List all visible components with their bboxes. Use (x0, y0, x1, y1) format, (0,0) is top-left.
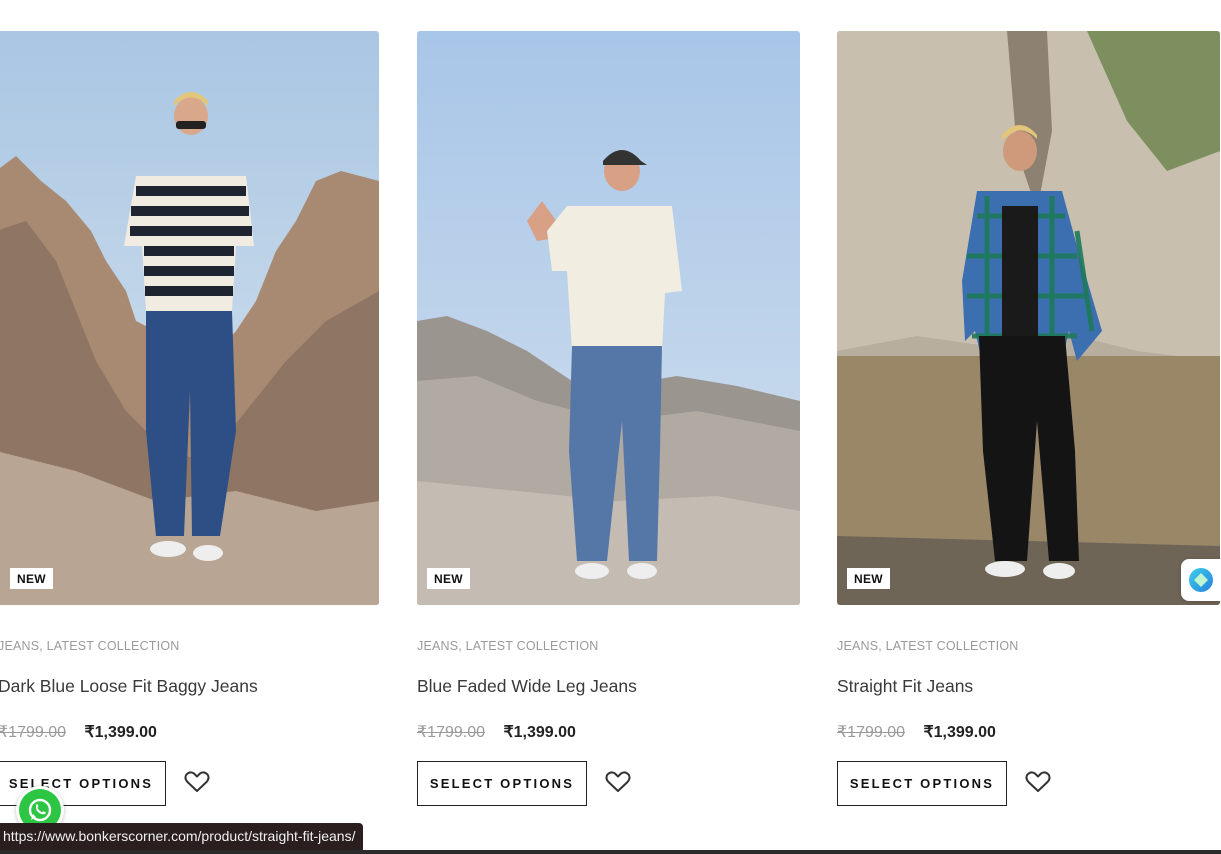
product-photo (0, 31, 379, 605)
sale-price: ₹1,399.00 (923, 724, 996, 741)
product-category[interactable]: JEANS, LATEST COLLECTION (837, 639, 1018, 653)
sale-price: ₹1,399.00 (503, 724, 576, 741)
old-price: ₹1799.00 (0, 724, 67, 741)
old-price: ₹1799.00 (417, 724, 486, 741)
product-prices: ₹1799.00 ₹1,399.00 (0, 722, 157, 742)
product-prices: ₹1799.00 ₹1,399.00 (837, 722, 996, 742)
chat-widget-button[interactable] (1181, 559, 1221, 601)
product-title[interactable]: Straight Fit Jeans (837, 676, 973, 697)
product-category[interactable]: JEANS, LATEST COLLECTION (417, 639, 598, 653)
old-price: ₹1799.00 (837, 724, 906, 741)
product-title[interactable]: Blue Faded Wide Leg Jeans (417, 676, 637, 697)
product-image[interactable] (0, 31, 379, 605)
product-image[interactable] (837, 31, 1220, 605)
product-photo (837, 31, 1220, 605)
product-photo (417, 31, 800, 605)
heart-icon[interactable] (1025, 770, 1051, 794)
sale-price: ₹1,399.00 (84, 724, 157, 741)
heart-icon[interactable] (184, 770, 210, 794)
page-bottom-divider (0, 850, 1221, 854)
status-bar-url: https://www.bonkerscorner.com/product/st… (0, 823, 364, 850)
heart-icon[interactable] (605, 770, 631, 794)
select-options-button[interactable]: SELECT OPTIONS (837, 761, 1007, 806)
select-options-button[interactable]: SELECT OPTIONS (417, 761, 587, 806)
new-badge: NEW (427, 568, 470, 589)
product-card[interactable]: NEW JEANS, LATEST COLLECTION Blue Faded … (417, 0, 800, 854)
new-badge: NEW (10, 568, 53, 589)
product-category[interactable]: JEANS, LATEST COLLECTION (0, 639, 179, 653)
product-prices: ₹1799.00 ₹1,399.00 (417, 722, 576, 742)
new-badge: NEW (847, 568, 890, 589)
chat-widget-icon (1189, 568, 1213, 592)
product-image[interactable] (417, 31, 800, 605)
product-card[interactable]: NEW JEANS, LATEST COLLECTION Dark Blue L… (0, 0, 379, 854)
product-title[interactable]: Dark Blue Loose Fit Baggy Jeans (0, 676, 258, 697)
product-card[interactable]: NEW JEANS, LATEST COLLECTION Straight Fi… (837, 0, 1220, 854)
